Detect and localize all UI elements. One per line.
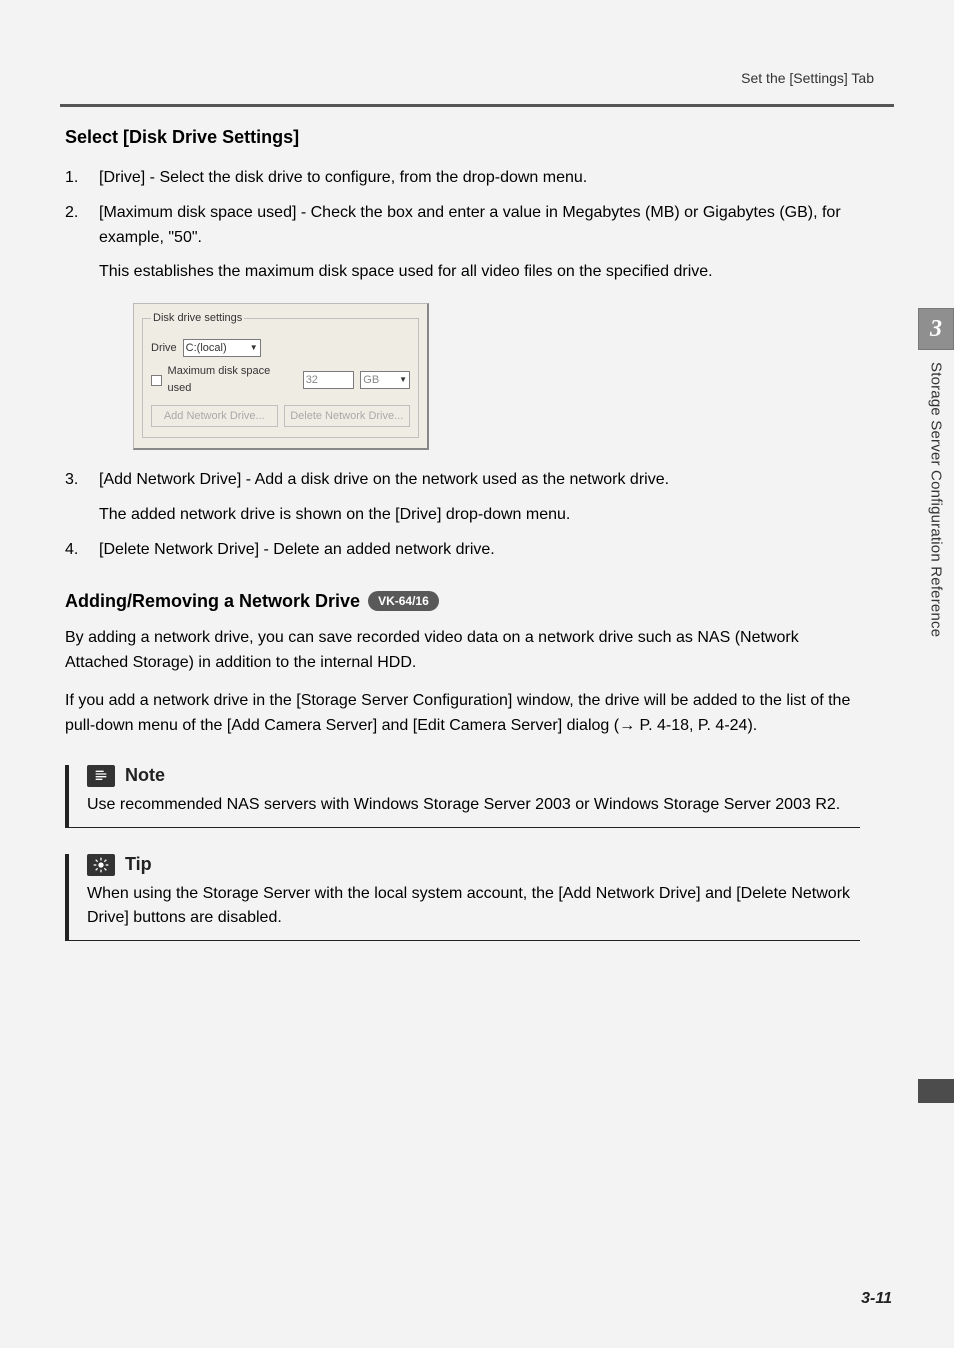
disk-drive-dialog: Disk drive settings Drive C:(local) ▼ Ma… bbox=[133, 303, 429, 450]
p2-text: If you add a network drive in the [ bbox=[65, 692, 301, 709]
tip-text: When using the Storage Server with the l… bbox=[87, 882, 860, 930]
chevron-down-icon: ▼ bbox=[399, 374, 407, 386]
page-number: 3-11 bbox=[861, 1290, 892, 1308]
tip-text-part: When using the Storage Server with the l… bbox=[87, 885, 563, 902]
chapter-tab: 3 Storage Server Configuration Reference bbox=[918, 308, 954, 1103]
tip-term: Add Network Drive bbox=[563, 885, 696, 902]
p2-term: Add Camera Server bbox=[231, 717, 372, 734]
item-number: 1. bbox=[65, 166, 78, 191]
note-callout: Note Use recommended NAS servers with Wi… bbox=[65, 765, 860, 828]
p2-text: ] and [ bbox=[373, 717, 417, 734]
unit-value: GB bbox=[363, 372, 379, 389]
dialog-row-buttons: Add Network Drive... Delete Network Driv… bbox=[151, 405, 410, 427]
section2-paragraph1: By adding a network drive, you can save … bbox=[65, 626, 860, 676]
chevron-down-icon: ▼ bbox=[250, 342, 258, 354]
note-head: Note bbox=[87, 765, 860, 787]
header-right-text: Set the [Settings] Tab bbox=[60, 70, 874, 86]
section1-list: 1. [Drive] - Select the disk drive to co… bbox=[65, 166, 860, 563]
item-text: - Delete an added network drive. bbox=[259, 541, 495, 558]
item-number: 4. bbox=[65, 538, 78, 563]
delete-network-drive-button[interactable]: Delete Network Drive... bbox=[284, 405, 411, 427]
tip-text-part: ] and [ bbox=[696, 885, 740, 902]
p2-text: ] dialog (→ P. 4-18, P. 4-24). bbox=[558, 717, 758, 734]
max-space-label: Maximum disk space used bbox=[168, 363, 291, 397]
chapter-marker bbox=[918, 1079, 954, 1103]
vk-badge: VK-64/16 bbox=[368, 591, 439, 611]
tip-head: Tip bbox=[87, 854, 860, 876]
item-text: - Select the disk drive to configure, fr… bbox=[145, 169, 587, 186]
item-subtext: The added network drive is shown on the … bbox=[99, 503, 860, 528]
item-term: [Add Network Drive] bbox=[99, 471, 241, 488]
item-number: 2. bbox=[65, 201, 78, 226]
list-item: 2. [Maximum disk space used] - Check the… bbox=[65, 201, 860, 451]
item-subtext: This establishes the maximum disk space … bbox=[99, 260, 860, 285]
section2-header: Adding/Removing a Network Drive VK-64/16 bbox=[65, 591, 860, 612]
dialog-legend: Disk drive settings bbox=[151, 310, 244, 327]
chapter-title: Storage Server Configuration Reference bbox=[928, 350, 945, 649]
document-page: Set the [Settings] Tab Select [Disk Driv… bbox=[0, 0, 954, 1348]
tip-text-part: ] buttons are disabled. bbox=[124, 909, 281, 926]
item-number: 3. bbox=[65, 468, 78, 493]
dialog-fieldset: Disk drive settings Drive C:(local) ▼ Ma… bbox=[142, 310, 419, 438]
item-term: [Delete Network Drive] bbox=[99, 541, 259, 558]
note-icon bbox=[87, 765, 115, 787]
max-space-value: 32 bbox=[306, 372, 318, 389]
note-text: Use recommended NAS servers with Windows… bbox=[87, 793, 860, 817]
tip-icon bbox=[87, 854, 115, 876]
p2-term: Storage Server Configuration bbox=[301, 692, 508, 709]
item-term: [Drive] bbox=[99, 169, 145, 186]
max-space-checkbox[interactable] bbox=[151, 375, 162, 386]
note-label: Note bbox=[125, 765, 165, 786]
section1-title: Select [Disk Drive Settings] bbox=[65, 127, 860, 148]
add-network-drive-button[interactable]: Add Network Drive... bbox=[151, 405, 278, 427]
section2-title: Adding/Removing a Network Drive bbox=[65, 591, 360, 612]
tip-callout: Tip When using the Storage Server with t… bbox=[65, 854, 860, 941]
dialog-row-max: Maximum disk space used 32 GB ▼ bbox=[151, 363, 410, 397]
tip-label: Tip bbox=[125, 854, 152, 875]
list-item: 1. [Drive] - Select the disk drive to co… bbox=[65, 166, 860, 191]
list-item: 3. [Add Network Drive] - Add a disk driv… bbox=[65, 468, 860, 528]
main-content: Select [Disk Drive Settings] 1. [Drive] … bbox=[60, 107, 860, 941]
drive-select[interactable]: C:(local) ▼ bbox=[183, 339, 261, 357]
drive-label: Drive bbox=[151, 340, 177, 357]
max-space-input[interactable]: 32 bbox=[303, 371, 355, 389]
list-item: 4. [Delete Network Drive] - Delete an ad… bbox=[65, 538, 860, 563]
section2-paragraph2: If you add a network drive in the [Stora… bbox=[65, 689, 860, 739]
p2-term: Edit Camera Server bbox=[417, 717, 558, 734]
unit-select[interactable]: GB ▼ bbox=[360, 371, 410, 389]
dialog-row-drive: Drive C:(local) ▼ bbox=[151, 339, 410, 357]
chapter-number: 3 bbox=[918, 308, 954, 350]
drive-value: C:(local) bbox=[186, 340, 227, 357]
item-text: - Add a disk drive on the network used a… bbox=[241, 471, 669, 488]
item-term: [Maximum disk space used] bbox=[99, 204, 296, 221]
